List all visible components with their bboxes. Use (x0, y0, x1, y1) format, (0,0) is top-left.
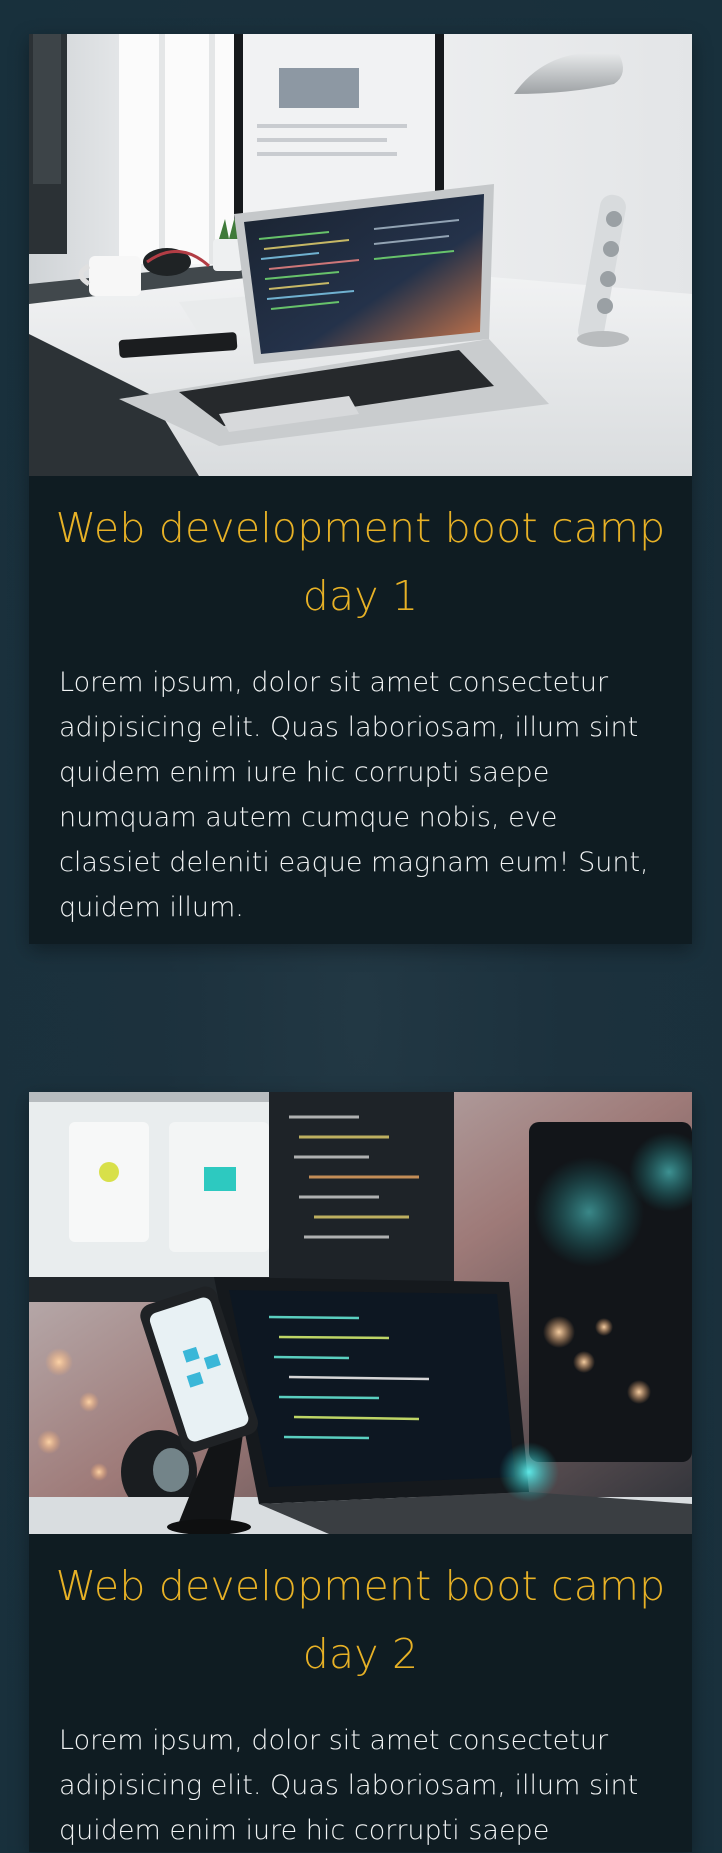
dev-setup-photo (29, 1092, 692, 1534)
card-title: Web development boot camp day 2 (55, 1562, 666, 1678)
page: Web development boot camp day 1 Lorem ip… (0, 0, 722, 1852)
card-title: Web development boot camp day 1 (55, 504, 666, 620)
bootcamp-card-day-2: Web development boot camp day 2 Lorem ip… (29, 1092, 692, 1852)
card-description: Lorem ipsum, dolor sit amet consectetur … (59, 667, 649, 923)
bootcamp-card-day-1: Web development boot camp day 1 Lorem ip… (29, 34, 692, 944)
laptop-desk-photo (29, 34, 692, 476)
card-image-laptop-desk (29, 34, 692, 476)
card-image-dev-setup (29, 1092, 692, 1534)
card-description: Lorem ipsum, dolor sit amet consectetur … (59, 1725, 639, 1846)
